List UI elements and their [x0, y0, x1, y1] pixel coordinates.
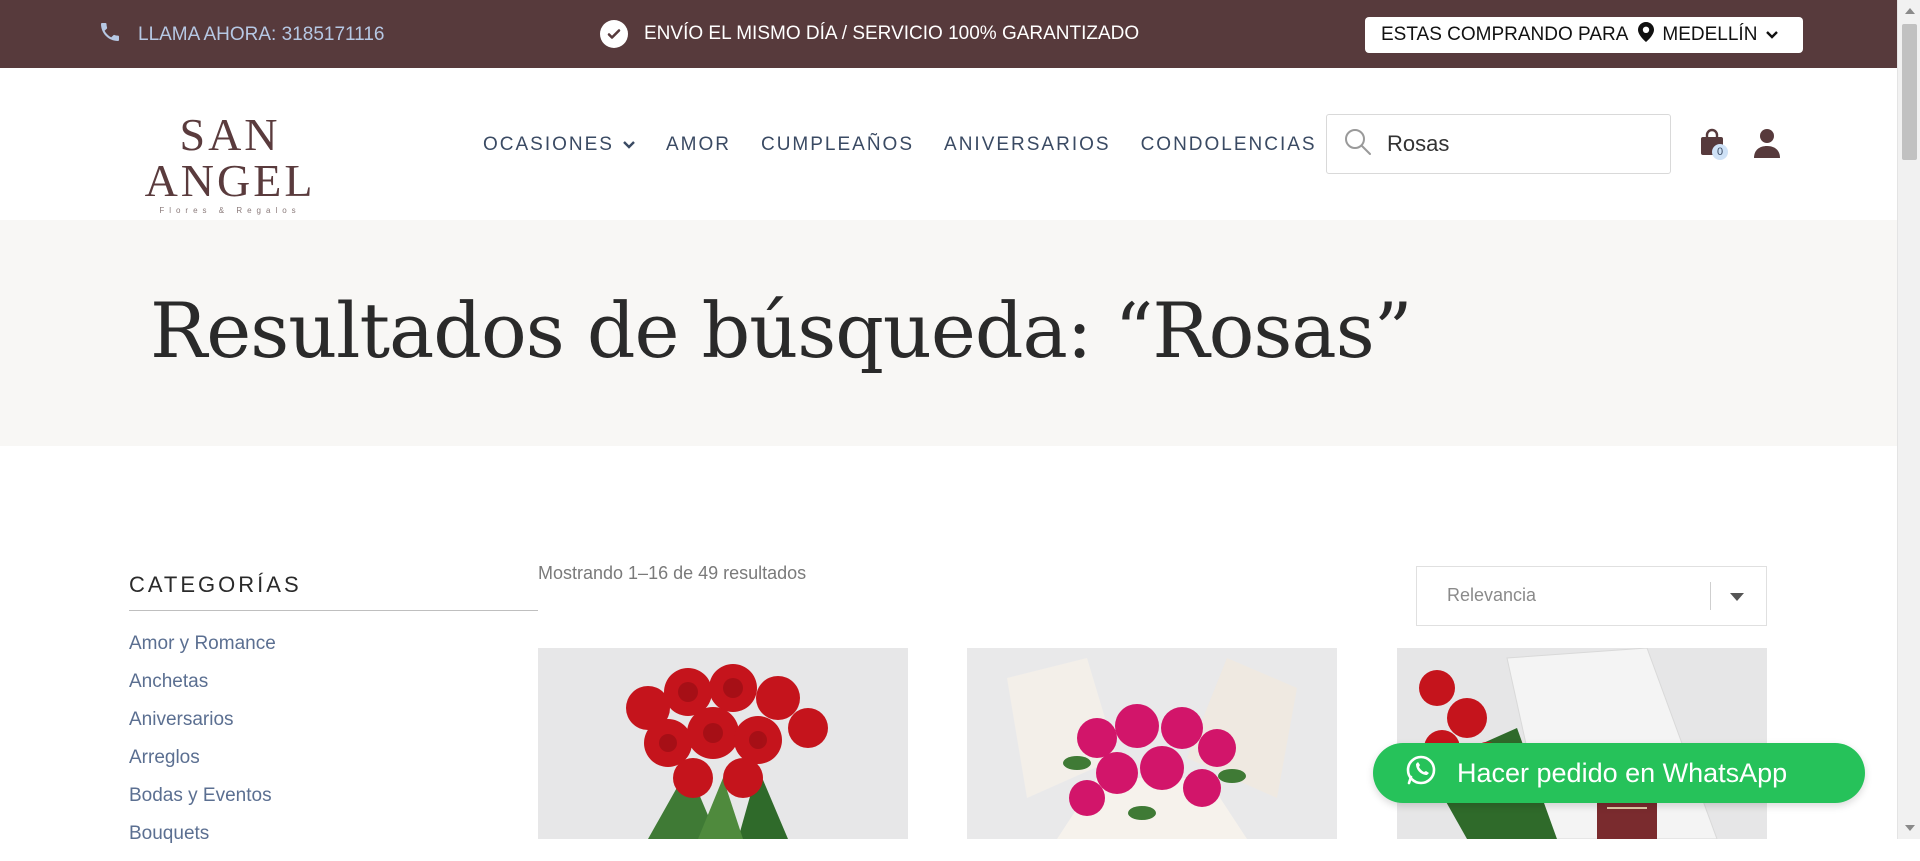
- nav-label: OCASIONES: [483, 134, 614, 155]
- categories-heading: CATEGORÍAS: [129, 572, 538, 611]
- promise-text: ENVÍO EL MISMO DÍA / SERVICIO 100% GARAN…: [644, 23, 1140, 44]
- caret-down-icon: [1730, 593, 1744, 601]
- sort-select[interactable]: Relevancia: [1416, 566, 1767, 626]
- page-title: Resultados de búsqueda: “Rosas”: [150, 286, 1413, 375]
- cart-count-badge: 0: [1712, 144, 1728, 160]
- scroll-up-icon[interactable]: [1905, 8, 1915, 14]
- scroll-down-icon[interactable]: [1905, 825, 1915, 831]
- site-logo[interactable]: SAN ANGEL Flores & Regalos: [102, 109, 358, 216]
- cart-button[interactable]: 0: [1700, 128, 1728, 160]
- top-bar: LLAMA AHORA: 3185171116 ENVÍO EL MISMO D…: [0, 0, 1897, 68]
- category-link[interactable]: Amor y Romance: [129, 633, 538, 671]
- nav-label: CONDOLENCIAS: [1140, 134, 1317, 155]
- main-nav: OCASIONES AMOR CUMPLEAÑOS ANIVERSARIOS C…: [483, 134, 1317, 156]
- category-list: Amor y Romance Anchetas Aniversarios Arr…: [129, 633, 538, 861]
- sort-divider: [1710, 582, 1711, 610]
- nav-item-aniversarios[interactable]: ANIVERSARIOS: [944, 134, 1111, 156]
- whatsapp-order-button[interactable]: Hacer pedido en WhatsApp: [1373, 743, 1865, 803]
- nav-label: AMOR: [665, 134, 731, 155]
- category-link[interactable]: Anchetas: [129, 671, 538, 709]
- product-card-image[interactable]: [538, 648, 908, 839]
- search-results-banner: Resultados de búsqueda: “Rosas”: [0, 220, 1897, 446]
- logo-main-text: SAN ANGEL: [144, 109, 316, 206]
- phone-icon: [98, 20, 122, 50]
- map-pin-icon: [1638, 22, 1655, 48]
- nav-item-cumpleanos[interactable]: CUMPLEAÑOS: [761, 134, 914, 156]
- search-icon[interactable]: [1343, 127, 1373, 162]
- nav-label: ANIVERSARIOS: [944, 134, 1111, 155]
- check-circle-icon: [600, 20, 628, 48]
- nav-item-ocasiones[interactable]: OCASIONES: [483, 134, 636, 156]
- results-count: Mostrando 1–16 de 49 resultados: [538, 563, 807, 583]
- user-icon: [1754, 129, 1780, 162]
- search-box[interactable]: [1326, 114, 1671, 174]
- category-link[interactable]: Arreglos: [129, 747, 538, 785]
- product-card-image[interactable]: [967, 648, 1337, 839]
- page-scrollbar[interactable]: [1897, 0, 1920, 839]
- category-link[interactable]: Bouquets: [129, 823, 538, 861]
- red-roses-bouquet-image: [626, 664, 828, 839]
- pink-roses-bouquet-image: [1007, 658, 1297, 839]
- city-name: MEDELLÍN: [1662, 24, 1758, 45]
- search-input[interactable]: [1387, 131, 1647, 157]
- chevron-down-icon: [1765, 24, 1779, 46]
- category-link[interactable]: Aniversarios: [129, 709, 538, 747]
- delivery-promise: ENVÍO EL MISMO DÍA / SERVICIO 100% GARAN…: [600, 20, 1139, 48]
- whatsapp-icon: [1405, 754, 1437, 793]
- account-button[interactable]: [1754, 128, 1782, 160]
- city-prefix: ESTAS COMPRANDO PARA: [1381, 24, 1629, 45]
- whatsapp-label: Hacer pedido en WhatsApp: [1457, 757, 1788, 788]
- site-header: SAN ANGEL Flores & Regalos OCASIONES AMO…: [0, 68, 1897, 220]
- nav-label: CUMPLEAÑOS: [760, 134, 915, 155]
- nav-item-amor[interactable]: AMOR: [666, 134, 731, 156]
- scrollbar-thumb[interactable]: [1902, 24, 1917, 160]
- phone-text[interactable]: LLAMA AHORA: 3185171116: [138, 24, 384, 46]
- nav-item-condolencias[interactable]: CONDOLENCIAS: [1141, 134, 1317, 156]
- logo-sub-text: Flores & Regalos: [159, 206, 301, 215]
- category-sidebar: CATEGORÍAS Amor y Romance Anchetas Anive…: [129, 572, 538, 861]
- category-link[interactable]: Bodas y Eventos: [129, 785, 538, 823]
- sort-value: Relevancia: [1447, 585, 1537, 605]
- chevron-down-icon: [622, 134, 636, 156]
- city-selector[interactable]: ESTAS COMPRANDO PARA MEDELLÍN: [1365, 17, 1803, 53]
- call-now-link[interactable]: LLAMA AHORA: 3185171116: [98, 20, 384, 50]
